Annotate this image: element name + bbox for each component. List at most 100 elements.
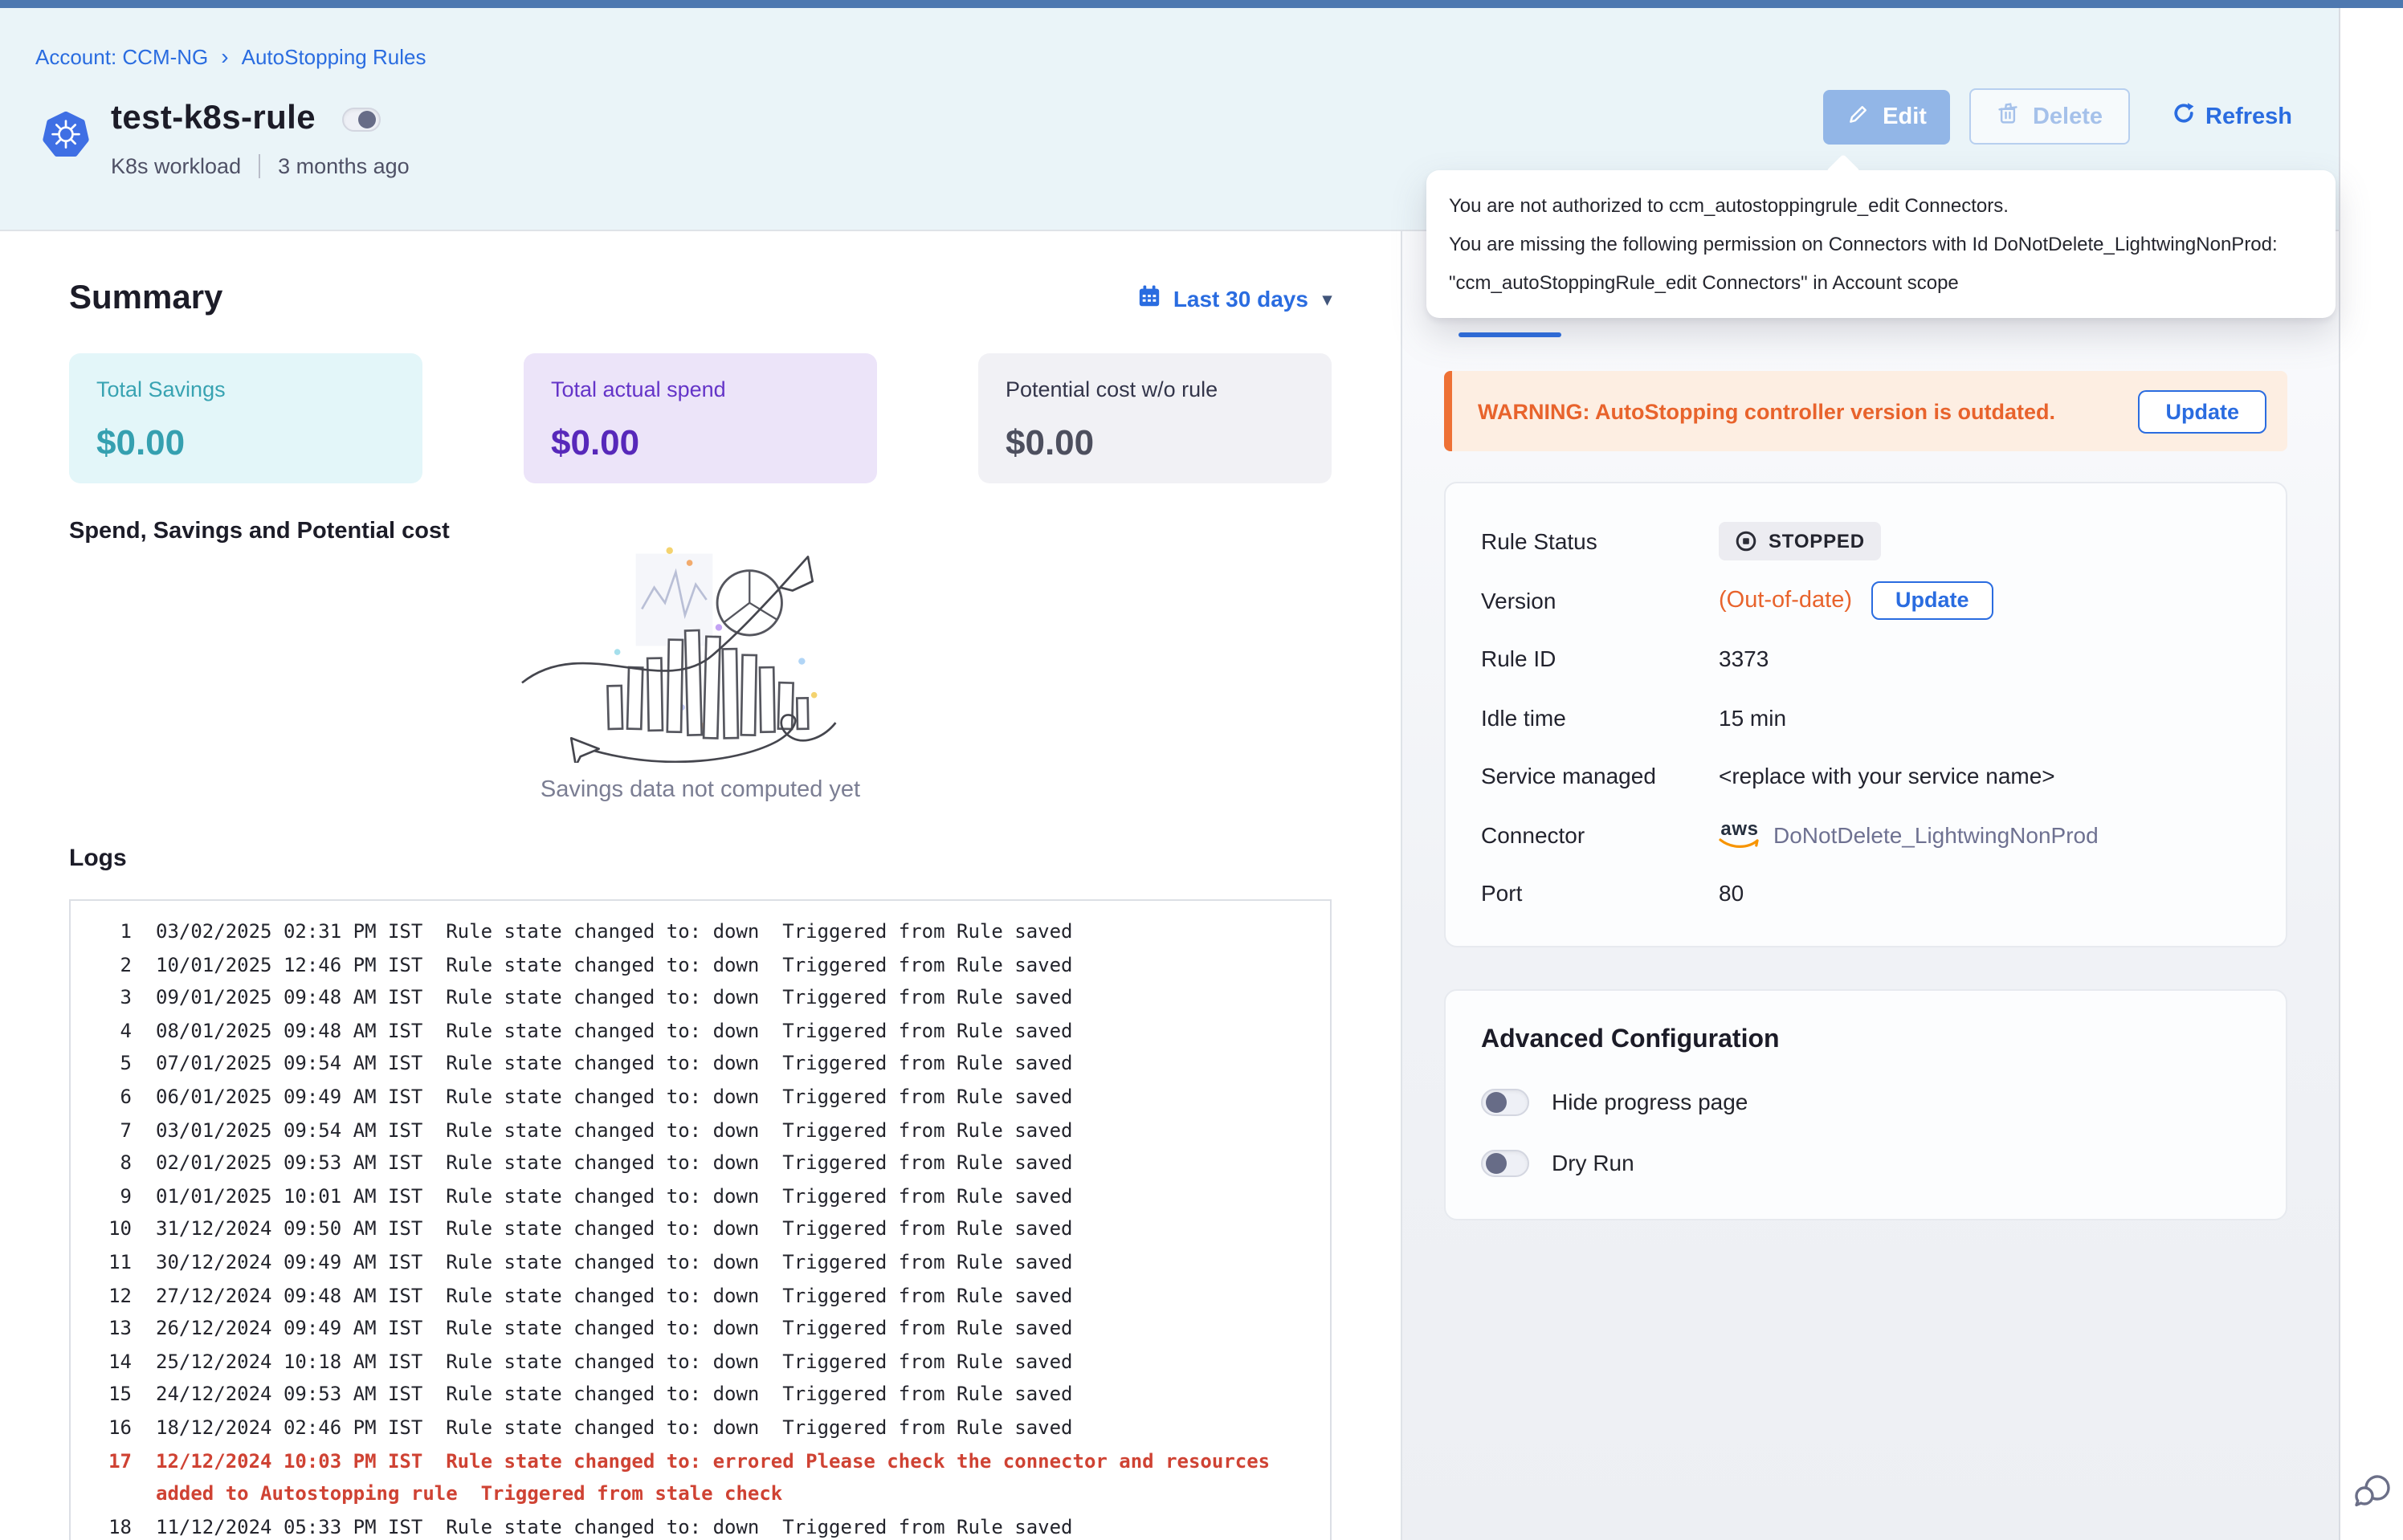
log-row: 1425/12/2024 10:18 AM IST Rule state cha… — [71, 1345, 1314, 1378]
connector-name: DoNotDelete_LightwingNonProd — [1773, 822, 2099, 848]
card-value: $0.00 — [551, 422, 850, 464]
stop-icon — [1735, 531, 1757, 553]
hide-progress-toggle[interactable] — [1481, 1088, 1529, 1115]
aws-icon: aws — [1719, 820, 1760, 850]
dry-run-toggle-row: Dry Run — [1481, 1149, 2250, 1176]
log-row: 901/01/2025 10:01 AM IST Rule state chan… — [71, 1180, 1314, 1213]
log-row: 1524/12/2024 09:53 AM IST Rule state cha… — [71, 1379, 1314, 1412]
total-savings-card: Total Savings $0.00 — [69, 353, 422, 483]
tooltip-line-1: You are not authorized to ccm_autostoppi… — [1449, 186, 2313, 225]
log-row: 309/01/2025 09:48 AM IST Rule state chan… — [71, 981, 1314, 1014]
rule-subtitle: K8s workload 3 months ago — [111, 154, 410, 178]
log-row: 1618/12/2024 02:46 PM IST Rule state cha… — [71, 1412, 1314, 1444]
logs-panel[interactable]: 103/02/2025 02:31 PM IST Rule state chan… — [69, 899, 1332, 1540]
log-row: 1712/12/2024 10:03 PM IST Rule state cha… — [71, 1444, 1314, 1510]
rule-type-label: K8s workload — [111, 154, 241, 178]
title-block: test-k8s-rule K8s workload 3 months ago — [111, 100, 410, 178]
port-value: 80 — [1719, 881, 1744, 906]
toggle-label: Dry Run — [1552, 1150, 1634, 1175]
warning-text: WARNING: AutoStopping controller version… — [1478, 399, 2119, 423]
log-row: 703/01/2025 09:54 AM IST Rule state chan… — [71, 1114, 1314, 1147]
warning-update-button[interactable]: Update — [2138, 389, 2266, 433]
service-managed-value: <replace with your service name> — [1719, 764, 2055, 789]
controller-outdated-warning: WARNING: AutoStopping controller version… — [1444, 371, 2287, 451]
breadcrumb-account-link[interactable]: Account: CCM-NG — [35, 44, 208, 68]
refresh-icon — [2172, 101, 2196, 132]
card-value: $0.00 — [96, 422, 395, 464]
edit-button-label: Edit — [1883, 104, 1927, 129]
rule-details-card: Rule Status STOPPED Version — [1444, 482, 2287, 947]
summary-column: Summary Last 30 days ▾ — [0, 231, 1401, 1540]
log-row: 1227/12/2024 09:48 AM IST Rule state cha… — [71, 1279, 1314, 1312]
chevron-down-icon: ▾ — [1323, 288, 1332, 309]
detail-row-rule-id: Rule ID 3373 — [1481, 629, 2254, 688]
trash-icon — [1997, 101, 2020, 132]
delete-button[interactable]: Delete — [1970, 88, 2130, 145]
empty-chart-area: Savings data not computed yet — [69, 544, 1332, 803]
toggle-label: Hide progress page — [1552, 1089, 1748, 1114]
detail-row-port: Port 80 — [1481, 864, 2254, 923]
card-label: Total actual spend — [551, 377, 850, 401]
detail-label: Rule ID — [1481, 646, 1719, 672]
breadcrumb: Account: CCM-NG › AutoStopping Rules — [35, 43, 2294, 69]
header-actions: Edit Delete — [1823, 88, 2292, 145]
tooltip-line-2: You are missing the following permission… — [1449, 225, 2313, 263]
empty-chart-message: Savings data not computed yet — [69, 777, 1332, 803]
detail-label: Connector — [1481, 822, 1719, 848]
details-column: Details WARNING: AutoStopping controller… — [1401, 231, 2339, 1540]
advanced-configuration-card: Advanced Configuration Hide progress pag… — [1444, 988, 2287, 1220]
log-row: 802/01/2025 09:53 AM IST Rule state chan… — [71, 1147, 1314, 1179]
subtitle-divider — [259, 154, 260, 178]
delete-button-label: Delete — [2033, 104, 2103, 129]
log-row: 1130/12/2024 09:49 AM IST Rule state cha… — [71, 1246, 1314, 1279]
log-row: 507/01/2025 09:54 AM IST Rule state chan… — [71, 1048, 1314, 1081]
kubernetes-icon — [42, 111, 90, 178]
rule-enabled-toggle[interactable] — [343, 107, 381, 131]
rule-id-value: 3373 — [1719, 646, 1769, 672]
dry-run-toggle[interactable] — [1481, 1149, 1529, 1176]
log-row: 1326/12/2024 09:49 AM IST Rule state cha… — [71, 1312, 1314, 1345]
toggle-knob — [359, 110, 377, 128]
summary-cards: Total Savings $0.00 Total actual spend $… — [69, 353, 1332, 483]
log-row: 210/01/2025 12:46 PM IST Rule state chan… — [71, 948, 1314, 981]
log-row: 606/01/2025 09:49 AM IST Rule state chan… — [71, 1081, 1314, 1114]
pencil-icon — [1847, 102, 1870, 131]
total-spend-card: Total actual spend $0.00 — [524, 353, 877, 483]
hide-progress-toggle-row: Hide progress page — [1481, 1088, 2250, 1115]
tab-active-indicator — [1459, 332, 1561, 337]
detail-row-connector: Connector aws DoNotDelete_LightwingNonPr… — [1481, 805, 2254, 864]
status-badge: STOPPED — [1719, 523, 1881, 561]
detail-row-service-managed: Service managed <replace with your servi… — [1481, 747, 2254, 805]
refresh-button[interactable]: Refresh — [2172, 101, 2292, 132]
rule-age-label: 3 months ago — [278, 154, 410, 178]
idle-time-value: 15 min — [1719, 705, 1786, 731]
date-range-picker[interactable]: Last 30 days ▾ — [1138, 284, 1332, 313]
version-update-button[interactable]: Update — [1871, 581, 1993, 620]
detail-row-idle-time: Idle time 15 min — [1481, 688, 2254, 747]
detail-label: Version — [1481, 588, 1719, 613]
potential-cost-card: Potential cost w/o rule $0.00 — [978, 353, 1332, 483]
toggle-knob — [1486, 1152, 1507, 1173]
calendar-icon — [1138, 284, 1162, 313]
detail-label: Rule Status — [1481, 529, 1719, 555]
breadcrumb-autostopping-link[interactable]: AutoStopping Rules — [242, 44, 426, 68]
support-chat-icon[interactable] — [2350, 1469, 2395, 1514]
log-row: 408/01/2025 09:48 AM IST Rule state chan… — [71, 1015, 1314, 1048]
logs-heading: Logs — [69, 845, 1332, 872]
top-accent-bar — [0, 0, 2403, 8]
advanced-configuration-heading: Advanced Configuration — [1481, 1025, 2250, 1054]
version-status-text: (Out-of-date) — [1719, 588, 1852, 613]
log-row: 1031/12/2024 09:50 AM IST Rule state cha… — [71, 1213, 1314, 1246]
detail-label: Idle time — [1481, 705, 1719, 731]
edit-button[interactable]: Edit — [1823, 89, 1951, 144]
log-row: 103/02/2025 02:31 PM IST Rule state chan… — [71, 915, 1314, 948]
tooltip-line-3: "ccm_autoStoppingRule_edit Connectors" i… — [1449, 263, 2313, 302]
toggle-knob — [1486, 1091, 1507, 1112]
card-label: Potential cost w/o rule — [1006, 377, 1304, 401]
aws-word: aws — [1720, 820, 1758, 839]
empty-chart-illustration — [485, 544, 916, 763]
permission-tooltip: You are not authorized to ccm_autostoppi… — [1426, 170, 2336, 318]
card-label: Total Savings — [96, 377, 395, 401]
log-row: 1811/12/2024 05:33 PM IST Rule state cha… — [71, 1510, 1314, 1540]
detail-label: Service managed — [1481, 764, 1719, 789]
